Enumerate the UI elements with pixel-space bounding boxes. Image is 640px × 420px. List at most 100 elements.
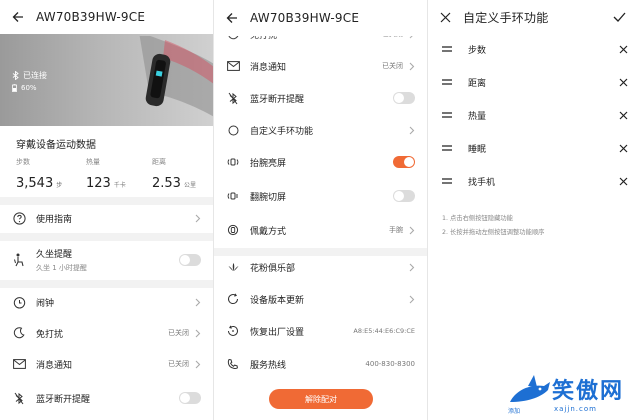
device-title: AW70B39HW-9CE — [36, 10, 146, 24]
device-hero-banner: 已连接 60% — [0, 34, 213, 126]
drag-handle-icon[interactable] — [442, 178, 452, 184]
mac-address: A8:E5:44:E6:C9:CE — [353, 327, 415, 335]
moon-icon — [12, 326, 26, 340]
remove-x-icon[interactable] — [619, 111, 628, 120]
alarm-row[interactable]: 闹钟 — [0, 288, 213, 316]
unpair-button[interactable]: 解除配对 — [269, 389, 373, 409]
section-divider — [0, 280, 213, 288]
back-arrow-icon[interactable] — [226, 12, 238, 24]
function-name: 睡眠 — [468, 144, 487, 155]
watermark-small-text: 添加 — [508, 408, 521, 415]
calories-stat[interactable]: 热量 123 千卡 — [86, 157, 126, 191]
custom-functions-title: 自定义手环功能 — [463, 10, 549, 25]
stat-value: 2.53 — [152, 176, 181, 191]
remove-x-icon[interactable] — [619, 45, 628, 54]
raise-wrist-toggle[interactable] — [393, 156, 415, 168]
factory-reset-row[interactable]: 恢复出厂设置 A8:E5:44:E6:C9:CE — [214, 317, 427, 345]
battery-status: 60% — [12, 84, 37, 92]
drag-handle-icon[interactable] — [442, 46, 452, 52]
back-arrow-icon[interactable] — [12, 11, 24, 23]
firmware-update-row[interactable]: 设备版本更新 — [214, 285, 427, 313]
function-item: 睡眠 — [428, 132, 640, 164]
function-name: 找手机 — [468, 177, 496, 188]
flower-icon — [226, 260, 240, 274]
flip-wrist-label: 翻腕切屏 — [250, 192, 287, 203]
chevron-right-icon — [195, 360, 201, 369]
wear-mode-row[interactable]: 佩戴方式 手腕 — [214, 216, 427, 244]
alarm-label: 闹钟 — [36, 298, 55, 309]
section-divider — [0, 197, 213, 205]
sitting-person-icon — [12, 253, 26, 267]
club-row[interactable]: 花粉俱乐部 — [214, 254, 427, 280]
battery-level: 60% — [21, 84, 37, 92]
flip-wrist-toggle[interactable] — [393, 190, 415, 202]
raise-wrist-row: 抬腕亮屏 — [214, 148, 427, 176]
custom-functions-row[interactable]: 自定义手环功能 — [214, 116, 427, 144]
check-icon[interactable] — [613, 12, 626, 22]
function-item: 找手机 — [428, 165, 640, 197]
bt-disconnect-toggle[interactable] — [393, 92, 415, 104]
chevron-right-icon — [409, 263, 415, 272]
distance-stat[interactable]: 距离 2.53 公里 — [152, 157, 196, 191]
drag-handle-icon[interactable] — [442, 112, 452, 118]
close-icon[interactable] — [440, 12, 451, 23]
chevron-right-icon — [195, 298, 201, 307]
custom-functions-label: 自定义手环功能 — [250, 126, 314, 137]
bt-disconnect-toggle[interactable] — [179, 392, 201, 404]
sedentary-subtext: 久坐 1 小时提醒 — [36, 264, 87, 272]
bt-disconnect-label: 蓝牙断开提醒 — [36, 394, 91, 405]
bt-disconnect-row: 蓝牙断开提醒 — [214, 84, 427, 112]
remove-x-icon[interactable] — [619, 78, 628, 87]
circle-icon — [226, 123, 240, 137]
custom-functions-panel: 自定义手环功能 步数 距离 热量 睡眠 找手机 1. 点击右侧按钮隐藏功能 2.… — [427, 0, 640, 420]
factory-reset-label: 恢复出厂设置 — [250, 327, 305, 338]
remove-x-icon[interactable] — [619, 177, 628, 186]
message-notify-value: 已关闭 — [382, 62, 403, 70]
drag-handle-icon[interactable] — [442, 79, 452, 85]
alarm-clock-icon — [12, 295, 26, 309]
section-divider — [0, 233, 213, 241]
chevron-right-icon — [409, 226, 415, 235]
device-panel: AW70B39HW-9CE 已连接 60% 穿戴设备运动数据 步数 3,543 步… — [0, 0, 213, 420]
function-name: 步数 — [468, 45, 487, 56]
reset-icon — [226, 324, 240, 338]
message-notify-row[interactable]: 消息通知 已关闭 — [214, 52, 427, 80]
watermark-name: 笑傲网 — [552, 379, 625, 404]
function-name: 距离 — [468, 78, 487, 89]
instruction-note: 2. 长按并拖动左侧按钮调整功能顺序 — [442, 229, 545, 236]
stat-unit: 公里 — [183, 182, 196, 189]
raise-wrist-label: 抬腕亮屏 — [250, 158, 287, 169]
update-circle-icon — [226, 292, 240, 306]
sport-data-heading: 穿戴设备运动数据 — [16, 140, 96, 151]
remove-x-icon[interactable] — [619, 144, 628, 153]
bt-disconnect-row: 蓝牙断开提醒 — [0, 384, 213, 412]
bluetooth-off-icon — [12, 391, 26, 405]
sedentary-label: 久坐提醒 — [36, 250, 73, 260]
function-item: 热量 — [428, 99, 640, 131]
usage-guide-row[interactable]: 使用指南 — [0, 205, 213, 231]
stat-value: 3,543 — [16, 176, 54, 191]
chevron-right-icon — [409, 62, 415, 71]
drag-handle-icon[interactable] — [442, 145, 452, 151]
service-hotline-label: 服务热线 — [250, 360, 287, 371]
sedentary-toggle[interactable] — [179, 254, 201, 266]
club-label: 花粉俱乐部 — [250, 263, 296, 274]
stat-label: 热量 — [86, 158, 100, 166]
stat-value: 123 — [86, 176, 111, 191]
device-header: AW70B39HW-9CE — [0, 0, 213, 34]
envelope-icon — [226, 59, 240, 73]
function-item: 距离 — [428, 66, 640, 98]
bluetooth-off-icon — [226, 91, 240, 105]
dnd-row[interactable]: 免打扰 已关闭 — [0, 319, 213, 347]
function-item: 步数 — [428, 33, 640, 65]
message-notify-label: 消息通知 — [36, 360, 73, 371]
wear-mode-label: 佩戴方式 — [250, 226, 287, 237]
service-hotline-row[interactable]: 服务热线 400-830-8300 — [214, 350, 427, 378]
steps-stat[interactable]: 步数 3,543 步 — [16, 157, 62, 191]
battery-icon — [12, 84, 17, 92]
message-notify-row[interactable]: 消息通知 已关闭 — [0, 350, 213, 378]
stat-unit: 千卡 — [113, 182, 126, 189]
sedentary-reminder-row: 久坐提醒 久坐 1 小时提醒 — [0, 242, 213, 278]
firmware-update-label: 设备版本更新 — [250, 295, 305, 306]
raise-wrist-icon — [226, 155, 240, 169]
